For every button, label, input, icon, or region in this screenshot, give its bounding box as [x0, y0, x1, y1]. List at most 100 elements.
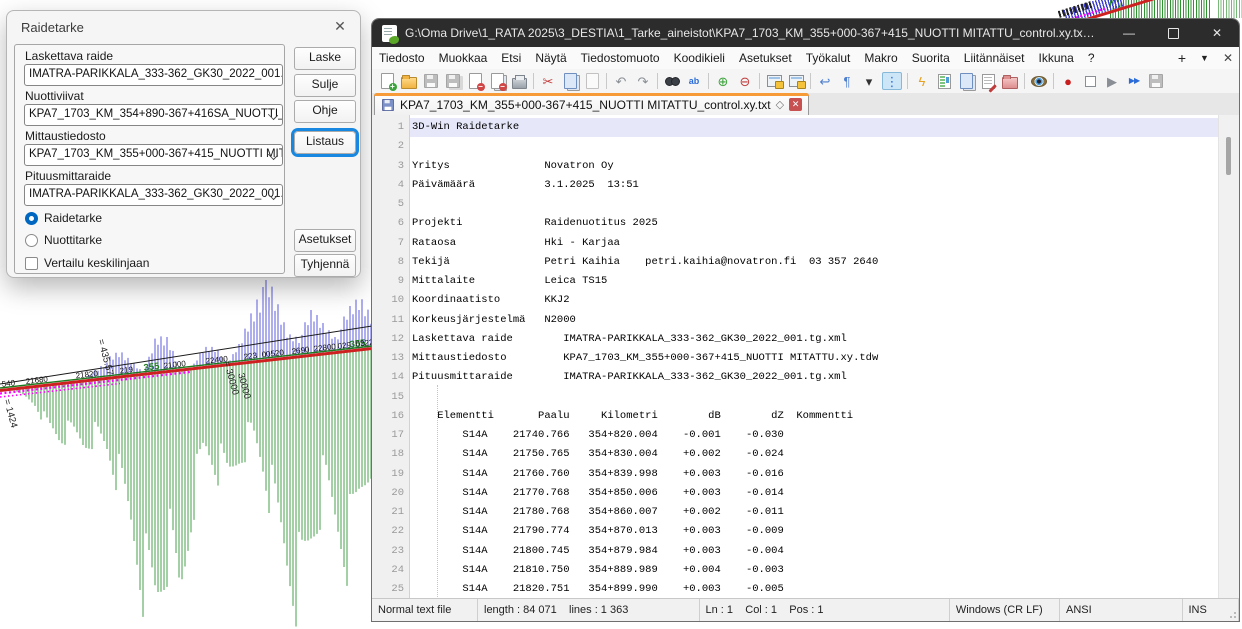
station-label: 223	[243, 351, 258, 362]
save-icon[interactable]	[422, 73, 440, 89]
zoom-out-icon[interactable]: ⊖	[736, 73, 754, 89]
toolbar-separator	[708, 73, 709, 89]
line-text: S14A 21800.745 354+879.984 +0.003 -0.004	[412, 542, 1219, 561]
station-label: 355	[143, 361, 161, 374]
checkbox-vertailu-keskilinjaan[interactable]: Vertailu keskilinjaan	[25, 256, 149, 270]
zoom-in-icon[interactable]: ⊕	[714, 73, 732, 89]
folder-as-workspace-icon[interactable]	[1001, 73, 1019, 89]
station-label: 03220	[355, 337, 372, 349]
indent-guide-line	[437, 385, 438, 601]
mittaustiedosto-combobox[interactable]: KPA7_1703_KM_355+000-367+415_NUOTTI MIT	[24, 144, 283, 166]
menu-asetukset[interactable]: Asetukset	[732, 47, 799, 69]
menu-suorita[interactable]: Suorita	[905, 47, 957, 69]
sync-horizontal-scroll-icon[interactable]	[787, 73, 805, 89]
editor-surface[interactable]: 13D-Win Raidetarke23Yritys Novatron Oy4P…	[372, 115, 1239, 601]
menu-ikkuna[interactable]: Ikkuna	[1031, 47, 1080, 69]
menu-n-yt-[interactable]: Näytä	[528, 47, 573, 69]
tab-bar-controls: + ▼ ✕	[1178, 47, 1233, 69]
function-list-icon[interactable]: ϟ	[913, 73, 931, 89]
document-map-icon[interactable]	[935, 73, 953, 89]
pin-icon[interactable]: ◇	[776, 98, 784, 111]
close-button[interactable]: ✕	[1195, 19, 1239, 47]
radio-label: Nuottitarke	[44, 233, 102, 247]
tyhjenna-button[interactable]: Tyhjennä	[294, 254, 356, 277]
laske-button[interactable]: Laske	[294, 47, 356, 70]
nuottiviivat-combobox[interactable]: KPA7_1703_KM_354+890-367+416SA_NUOTTI_	[24, 104, 283, 126]
tab-close-icon[interactable]: ✕	[789, 98, 802, 111]
laskettava-raide-input[interactable]: IMATRA-PARIKKALA_333-362_GK30_2022_001.t…	[24, 64, 283, 86]
minimize-button[interactable]: —	[1107, 19, 1151, 47]
find-icon[interactable]	[663, 73, 681, 89]
replace-icon[interactable]: ab	[685, 73, 703, 89]
menu-?[interactable]: ?	[1081, 47, 1102, 69]
show-all-characters-icon[interactable]: ¶	[838, 73, 856, 89]
line-number: 19	[372, 465, 404, 484]
listaus-button[interactable]: Listaus	[294, 131, 356, 154]
editor-line: 3Yritys Novatron Oy	[372, 157, 1219, 176]
maximize-button[interactable]	[1151, 19, 1195, 47]
toolbar-chevron-icon[interactable]: ▾	[860, 73, 878, 89]
close-tab-button[interactable]: ✕	[1223, 51, 1233, 65]
line-number: 18	[372, 445, 404, 464]
editor-line: 5	[372, 195, 1219, 214]
toolbar-separator	[533, 73, 534, 89]
line-text: Elementti Paalu Kilometri dB dZ Kommentt…	[412, 407, 1219, 426]
geometry-value-label: = 1424	[1, 398, 19, 429]
asetukset-button[interactable]: Asetukset	[294, 229, 356, 252]
menu-ty-kalut[interactable]: Työkalut	[799, 47, 858, 69]
status-length-info: length : 84 071 lines : 1 363	[478, 599, 700, 621]
menu-tiedostomuoto[interactable]: Tiedostomuoto	[574, 47, 667, 69]
line-text: S14A 21770.768 354+850.006 +0.003 -0.014	[412, 484, 1219, 503]
monitoring-icon[interactable]	[1030, 73, 1048, 89]
redo-icon[interactable]: ↷	[634, 73, 652, 89]
indent-guide-icon[interactable]: ⋮	[882, 72, 902, 90]
document-list-icon[interactable]	[957, 73, 975, 89]
dialog-close-icon[interactable]: ✕	[330, 16, 350, 36]
close-icon[interactable]: −	[466, 73, 484, 89]
menu-muokkaa[interactable]: Muokkaa	[432, 47, 495, 69]
ohje-button[interactable]: Ohje	[294, 100, 356, 123]
menu-makro[interactable]: Makro	[857, 47, 904, 69]
menu-koodikieli[interactable]: Koodikieli	[667, 47, 732, 69]
radio-raidetarke[interactable]: Raidetarke	[25, 211, 102, 225]
print-icon[interactable]	[510, 73, 528, 89]
notepad-plus-plus-icon	[382, 25, 397, 42]
save-all-icon[interactable]	[444, 73, 462, 89]
sync-vertical-scroll-icon[interactable]	[765, 73, 783, 89]
field-label-mittaustiedosto: Mittaustiedosto	[25, 129, 106, 143]
file-edit-icon[interactable]	[979, 73, 997, 89]
sulje-button[interactable]: Sulje	[294, 74, 356, 97]
scrollbar-thumb[interactable]	[1226, 137, 1231, 175]
undo-icon[interactable]: ↶	[612, 73, 630, 89]
line-text: Projekti Raidenuotitus 2025	[412, 214, 1219, 233]
dialog-fieldset: Laskettava raide IMATRA-PARIKKALA_333-36…	[14, 44, 285, 274]
menu-tiedosto[interactable]: Tiedosto	[372, 47, 432, 69]
run-macro-multiple-icon[interactable]: ▶▶	[1125, 73, 1143, 89]
tab-active-document[interactable]: KPA7_1703_KM_355+000-367+415_NUOTTI MITA…	[374, 93, 809, 115]
resize-grip[interactable]	[1227, 609, 1237, 619]
close-all-icon[interactable]: −	[488, 73, 506, 89]
cut-icon[interactable]: ✂	[539, 73, 557, 89]
paste-icon[interactable]	[583, 73, 601, 89]
save-macro-icon[interactable]	[1147, 73, 1165, 89]
radio-nuottitarke[interactable]: Nuottitarke	[25, 233, 102, 247]
vertical-scrollbar[interactable]	[1218, 115, 1239, 601]
record-macro-icon[interactable]: ●	[1059, 73, 1077, 89]
menu-etsi[interactable]: Etsi	[494, 47, 528, 69]
new-file-icon[interactable]: +	[378, 73, 396, 89]
line-text: Päivämäärä 3.1.2025 13:51	[412, 176, 1219, 195]
status-encoding: ANSI	[1060, 599, 1183, 621]
toolbar-separator	[657, 73, 658, 89]
menu-liit-nn-iset[interactable]: Liitännäiset	[957, 47, 1032, 69]
new-tab-button[interactable]: +	[1178, 50, 1186, 66]
stop-macro-icon[interactable]	[1081, 73, 1099, 89]
toolbar-separator	[759, 73, 760, 89]
editor-line: 15	[372, 388, 1219, 407]
word-wrap-icon[interactable]: ↩	[816, 73, 834, 89]
copy-icon[interactable]	[561, 73, 579, 89]
open-file-icon[interactable]	[400, 73, 418, 89]
pituusmittaraide-combobox[interactable]: IMATRA-PARIKKALA_333-362_GK30_2022_001.:	[24, 184, 283, 206]
line-text: S14A 21790.774 354+870.013 +0.003 -0.009	[412, 522, 1219, 541]
play-macro-icon[interactable]: ▶	[1103, 73, 1121, 89]
tab-list-dropdown-icon[interactable]: ▼	[1200, 53, 1209, 63]
